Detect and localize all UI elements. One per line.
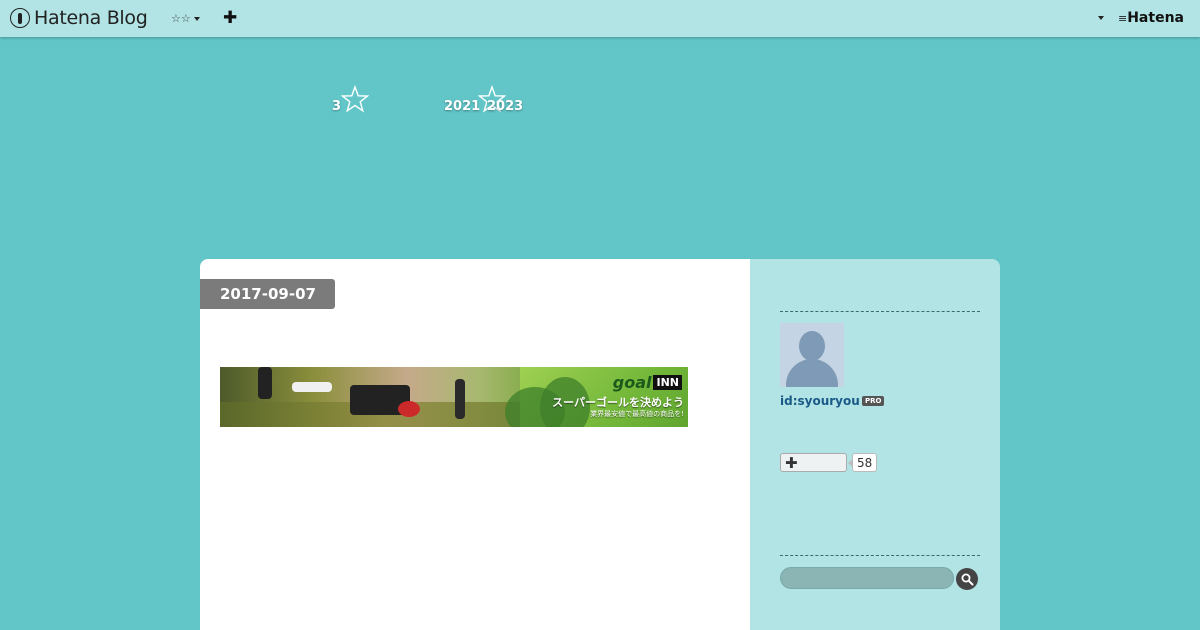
outline-star-icon: [341, 85, 369, 113]
brand-name: Hatena Blog: [34, 7, 148, 29]
follow-button[interactable]: ✚: [780, 453, 847, 472]
header-year-start: 2021: [444, 99, 481, 114]
header-year-end: 2023: [487, 99, 524, 114]
banner-brand-suffix: INN: [653, 375, 682, 390]
entry-date[interactable]: 2017-09-07: [200, 279, 335, 309]
ad-banner[interactable]: goal INN スーパーゴールを決めよう 業界最安値で最高値の商品を!: [220, 367, 688, 427]
banner-player: [258, 367, 272, 399]
user-menu-chevron-down-icon[interactable]: [1098, 16, 1104, 20]
main-container: 2017-09-07 goal INN スーパーゴールを決めよう 業界最安値で最…: [200, 259, 1000, 630]
hatena-logo[interactable]: ≡ Hatena: [1118, 10, 1184, 26]
hatena-blog-icon: [10, 8, 30, 28]
search-button[interactable]: [956, 568, 978, 590]
follower-count[interactable]: 58: [847, 453, 878, 472]
banner-brand-name: goal: [612, 373, 652, 392]
star-icon: ☆☆: [171, 12, 191, 25]
global-header: Hatena Blog ☆☆ ✚ ≡ Hatena: [0, 0, 1200, 37]
banner-player: [455, 379, 465, 419]
sidebar-divider: [780, 555, 980, 556]
banner-subtagline: 業界最安値で最高値の商品を!: [590, 410, 684, 418]
user-id-link[interactable]: id:syouryou: [780, 394, 860, 408]
search-icon: [961, 573, 973, 585]
pro-badge: PRO: [862, 396, 885, 406]
sidebar: id:syouryou PRO ✚ 58: [750, 259, 1000, 630]
hatena-blog-logo[interactable]: Hatena Blog: [10, 7, 148, 29]
new-post-button[interactable]: ✚: [223, 8, 237, 28]
entry-content: 2017-09-07 goal INN スーパーゴールを決めよう 業界最安値で最…: [200, 259, 750, 630]
star-menu[interactable]: ☆☆: [171, 12, 200, 25]
banner-tagline: スーパーゴールを決めよう: [552, 396, 684, 409]
sidebar-divider: [780, 311, 980, 312]
banner-ball: [398, 401, 420, 417]
avatar-body: [786, 359, 838, 387]
search-input[interactable]: [780, 567, 954, 589]
hatena-mark-icon: ≡: [1118, 11, 1127, 25]
hatena-text: Hatena: [1127, 10, 1184, 26]
header-count: 3: [332, 99, 342, 114]
banner-brand: goal INN: [613, 373, 682, 392]
banner-player: [292, 382, 332, 392]
avatar[interactable]: [780, 323, 844, 387]
chevron-down-icon: [193, 16, 200, 21]
avatar-head: [799, 331, 825, 361]
plus-icon: ✚: [785, 453, 798, 472]
